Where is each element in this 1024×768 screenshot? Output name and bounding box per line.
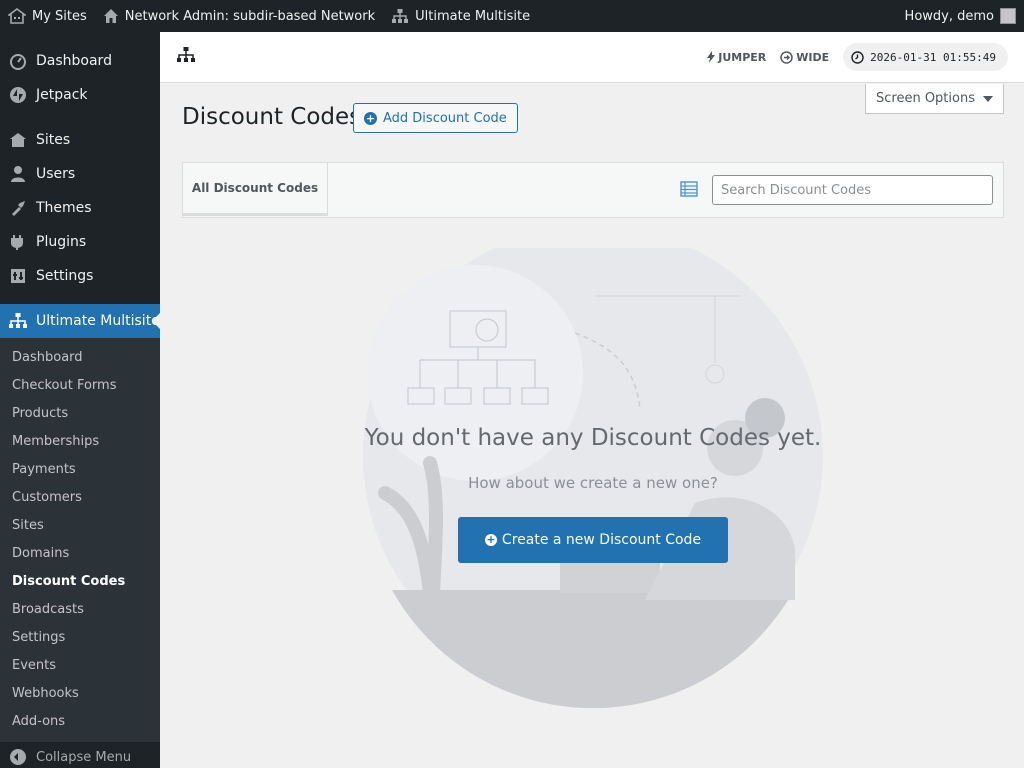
empty-state-subtitle: How about we create a new one? bbox=[468, 474, 718, 492]
tab-label: All Discount Codes bbox=[191, 181, 319, 195]
my-sites-label: My Sites bbox=[32, 8, 87, 24]
network-icon bbox=[8, 311, 28, 331]
tab-all-discount-codes[interactable]: All Discount Codes bbox=[183, 163, 328, 216]
network-admin-link[interactable]: Network Admin: subdir-based Network bbox=[95, 0, 383, 32]
submenu-discount-codes[interactable]: Discount Codes bbox=[0, 568, 160, 596]
submenu-dashboard[interactable]: Dashboard bbox=[0, 344, 160, 372]
plus-circle-icon: + bbox=[484, 533, 497, 546]
network-icon bbox=[8, 8, 26, 24]
screen-options-button[interactable]: Screen Options bbox=[865, 84, 1004, 114]
submenu-memberships[interactable]: Memberships bbox=[0, 428, 160, 456]
screen-options-label: Screen Options bbox=[876, 91, 975, 106]
sidebar-item-label: Plugins bbox=[36, 234, 87, 250]
create-discount-code-button[interactable]: + Create a new Discount Code bbox=[458, 517, 728, 563]
jumper-label: JUMPER bbox=[718, 50, 767, 64]
submenu-add-ons[interactable]: Add-ons bbox=[0, 708, 160, 736]
add-button-label: Add Discount Code bbox=[383, 110, 507, 126]
plugins-icon bbox=[8, 232, 28, 252]
sidebar-item-label: Jetpack bbox=[36, 87, 88, 103]
jetpack-icon bbox=[8, 85, 28, 105]
sites-icon bbox=[8, 130, 28, 150]
user-account-menu[interactable]: Howdy, demo bbox=[897, 0, 1024, 32]
sidebar-item-label: Dashboard bbox=[36, 53, 112, 69]
submenu-settings[interactable]: Settings bbox=[0, 624, 160, 652]
sidebar-item-dashboard[interactable]: Dashboard bbox=[0, 44, 160, 78]
plugin-header-bar: JUMPER WIDE 2026-01-31 01:55:49 bbox=[160, 32, 1024, 83]
avatar bbox=[1000, 8, 1016, 24]
submenu-checkout-forms[interactable]: Checkout Forms bbox=[0, 372, 160, 400]
sidebar-item-sites[interactable]: Sites bbox=[0, 123, 160, 157]
sidebar-item-jetpack[interactable]: Jetpack bbox=[0, 78, 160, 112]
ultimate-multisite-link[interactable]: Ultimate Multisite bbox=[383, 0, 538, 32]
sidebar-item-settings[interactable]: Settings bbox=[0, 259, 160, 293]
users-icon bbox=[8, 164, 28, 184]
submenu-products[interactable]: Products bbox=[0, 400, 160, 428]
sidebar-item-label: Users bbox=[36, 166, 76, 182]
submenu-events[interactable]: Events bbox=[0, 652, 160, 680]
submenu-payments[interactable]: Payments bbox=[0, 456, 160, 484]
search-discount-codes-input[interactable] bbox=[712, 175, 993, 205]
clock-icon bbox=[851, 50, 864, 64]
add-discount-code-button[interactable]: + Add Discount Code bbox=[353, 103, 518, 133]
admin-bar: My Sites Network Admin: subdir-based Net… bbox=[0, 0, 1024, 32]
network-admin-label: Network Admin: subdir-based Network bbox=[124, 8, 376, 24]
submenu-domains[interactable]: Domains bbox=[0, 540, 160, 568]
wide-button[interactable]: WIDE bbox=[780, 51, 829, 64]
wide-label: WIDE bbox=[796, 50, 830, 64]
collapse-menu-label: Collapse Menu bbox=[36, 749, 132, 765]
sidebar-item-label: Sites bbox=[36, 132, 71, 148]
lightning-icon bbox=[707, 51, 716, 63]
collapse-menu-button[interactable]: Collapse Menu bbox=[0, 742, 160, 768]
submenu-broadcasts[interactable]: Broadcasts bbox=[0, 596, 160, 624]
plus-circle-icon: + bbox=[364, 111, 377, 125]
settings-icon bbox=[8, 266, 28, 286]
plugin-label: Ultimate Multisite bbox=[415, 8, 531, 24]
home-icon bbox=[103, 9, 118, 23]
howdy-text: Howdy, demo bbox=[904, 8, 994, 24]
sidebar-item-themes[interactable]: Themes bbox=[0, 191, 160, 225]
dashboard-icon bbox=[8, 51, 28, 71]
admin-sidebar: Dashboard Jetpack Sites Users Themes Plu… bbox=[0, 32, 160, 768]
empty-state-title: You don't have any Discount Codes yet. bbox=[364, 425, 822, 451]
clock-text: 2026-01-31 01:55:49 bbox=[870, 50, 996, 64]
filter-bar: All Discount Codes bbox=[182, 162, 1004, 218]
sidebar-item-plugins[interactable]: Plugins bbox=[0, 225, 160, 259]
expand-icon bbox=[780, 50, 794, 64]
submenu-webhooks[interactable]: Webhooks bbox=[0, 680, 160, 708]
server-clock: 2026-01-31 01:55:49 bbox=[843, 43, 1008, 71]
sitemap-icon bbox=[392, 9, 409, 23]
create-button-label: Create a new Discount Code bbox=[501, 532, 702, 548]
submenu-customers[interactable]: Customers bbox=[0, 484, 160, 512]
sidebar-item-users[interactable]: Users bbox=[0, 157, 160, 191]
collapse-arrow-icon bbox=[10, 749, 26, 765]
desk-area bbox=[392, 590, 794, 708]
sitemap-icon[interactable] bbox=[176, 46, 196, 68]
jumper-button[interactable]: JUMPER bbox=[707, 51, 766, 64]
sidebar-item-ultimate-multisite[interactable]: Ultimate Multisite bbox=[0, 304, 160, 338]
my-sites-link[interactable]: My Sites bbox=[0, 0, 95, 32]
sidebar-item-label: Settings bbox=[36, 268, 94, 284]
page-title: Discount Codes bbox=[182, 104, 362, 130]
submenu-sites[interactable]: Sites bbox=[0, 512, 160, 540]
themes-icon bbox=[8, 198, 28, 218]
caret-down-icon bbox=[983, 95, 993, 102]
list-view-icon[interactable] bbox=[680, 180, 698, 202]
sidebar-item-label: Ultimate Multisite bbox=[36, 313, 160, 329]
sidebar-item-label: Themes bbox=[36, 200, 92, 216]
ultimate-multisite-submenu: Dashboard Checkout Forms Products Member… bbox=[0, 338, 160, 742]
